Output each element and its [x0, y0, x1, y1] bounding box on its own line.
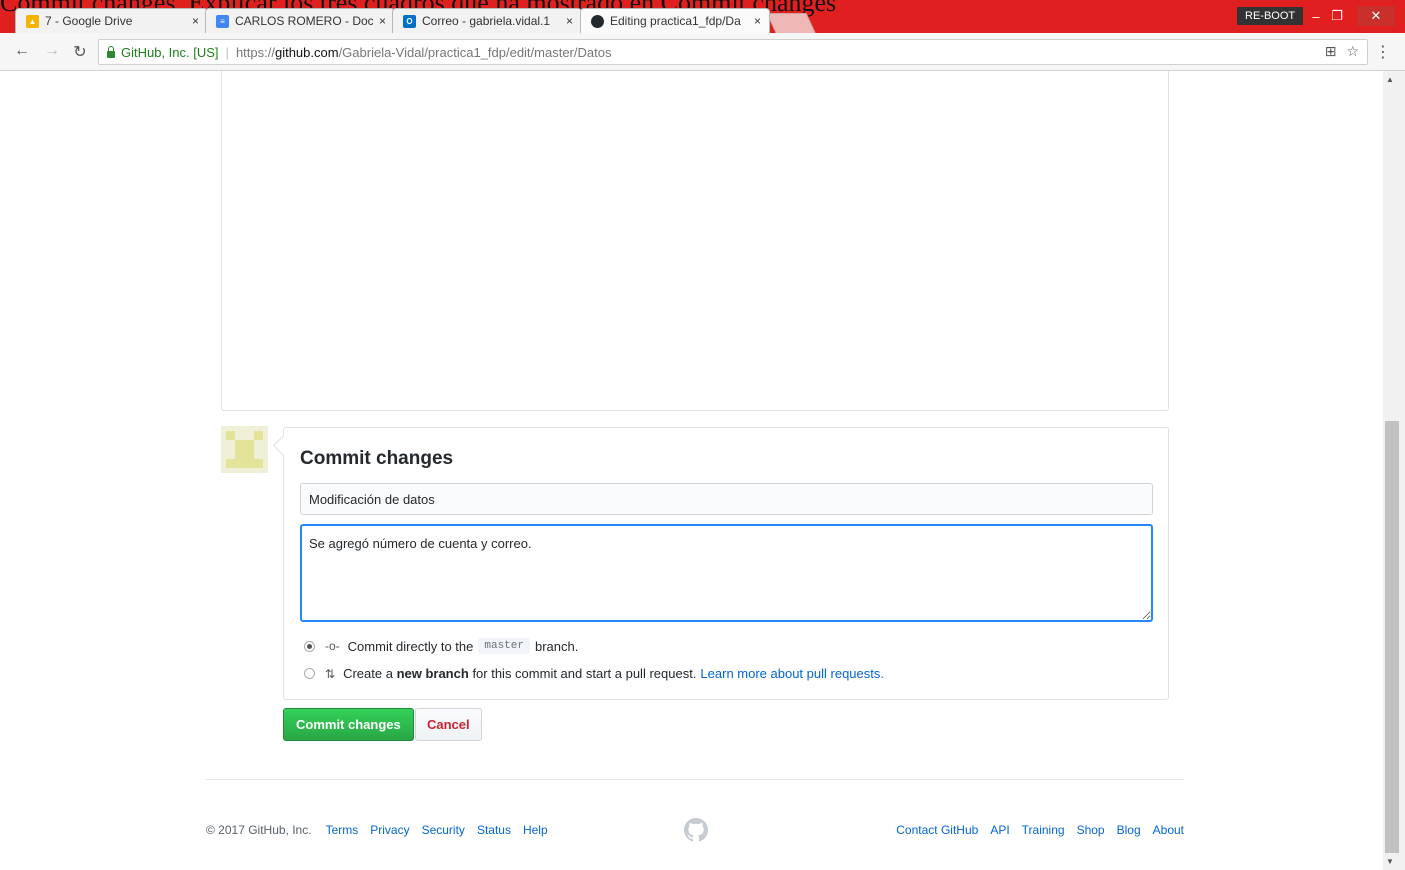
reboot-badge[interactable]: RE-BOOT	[1237, 7, 1304, 25]
site-identity[interactable]: GitHub, Inc. [US]	[121, 45, 219, 60]
github-logo-icon[interactable]	[684, 818, 708, 842]
url-protocol: https://	[235, 44, 275, 60]
branch-name: master	[478, 638, 530, 654]
git-commit-icon: -o-	[325, 639, 340, 653]
close-icon[interactable]: ×	[192, 14, 199, 28]
forward-arrow-icon[interactable]: →	[42, 42, 62, 60]
url-bar[interactable]: GitHub, Inc. [US] | https://github.com/G…	[98, 39, 1368, 65]
cancel-button[interactable]: Cancel	[415, 708, 482, 741]
footer-link-security[interactable]: Security	[422, 823, 465, 837]
google-drive-icon: ▲	[26, 14, 39, 28]
commit-title: Commit changes	[300, 448, 454, 469]
footer-divider	[206, 779, 1184, 780]
close-icon[interactable]: ×	[379, 14, 386, 28]
restore-icon[interactable]: ❐	[1323, 6, 1351, 26]
tab-google-drive[interactable]: ▲ 7 - Google Drive ×	[15, 8, 208, 33]
footer-link-blog[interactable]: Blog	[1117, 823, 1141, 837]
footer-link-help[interactable]: Help	[523, 823, 548, 837]
close-icon[interactable]: ×	[566, 14, 573, 28]
commit-description-input[interactable]: Se agregó número de cuenta y correo.	[300, 524, 1153, 622]
avatar[interactable]	[221, 426, 268, 473]
commit-new-branch-option[interactable]: ⇅ Create a new branch for this commit an…	[304, 666, 884, 681]
learn-more-link[interactable]: Learn more about pull requests.	[700, 666, 884, 681]
scroll-up-icon[interactable]: ▲	[1386, 75, 1394, 84]
browser-titlebar: Commit changes. Explicar los tres cuadro…	[0, 0, 1405, 33]
page-scrollbar[interactable]: ▲ ▼	[1383, 71, 1405, 870]
back-arrow-icon[interactable]: ←	[12, 42, 32, 60]
url-separator: |	[225, 44, 229, 60]
footer-link-contact[interactable]: Contact GitHub	[896, 823, 978, 837]
close-icon[interactable]: ×	[754, 14, 761, 28]
file-editor-area[interactable]	[221, 71, 1169, 411]
radio-commit-direct[interactable]	[304, 640, 315, 652]
google-docs-icon: ≡	[216, 14, 229, 28]
window-close-icon[interactable]: ✕	[1357, 6, 1395, 26]
scrollbar-thumb[interactable]	[1385, 421, 1399, 853]
translate-icon[interactable]: ⊞	[1325, 43, 1337, 60]
url-path: /Gabriela-Vidal/practica1_fdp/edit/maste…	[338, 44, 612, 60]
footer-link-about[interactable]: About	[1153, 823, 1184, 837]
footer-link-privacy[interactable]: Privacy	[370, 823, 409, 837]
lock-icon	[107, 45, 115, 58]
footer-link-status[interactable]: Status	[477, 823, 511, 837]
copyright: © 2017 GitHub, Inc.	[206, 823, 312, 837]
tab-github-editing[interactable]: Editing practica1_fdp/Da ×	[580, 8, 770, 33]
commit-direct-option[interactable]: -o- Commit directly to the master branch…	[304, 638, 578, 654]
github-icon	[591, 14, 604, 28]
chrome-menu-icon[interactable]: ⋮	[1375, 42, 1391, 62]
git-pull-request-icon: ⇅	[325, 666, 336, 681]
commit-summary-input[interactable]	[300, 483, 1153, 515]
radio-new-branch[interactable]	[304, 668, 315, 679]
reload-icon[interactable]: ↻	[70, 42, 90, 62]
bookmark-star-icon[interactable]: ☆	[1346, 43, 1359, 60]
url-host: github.com	[274, 44, 339, 60]
tab-google-docs[interactable]: ≡ CARLOS ROMERO - Doc ×	[205, 8, 395, 33]
footer-link-shop[interactable]: Shop	[1077, 823, 1105, 837]
footer: © 2017 GitHub, Inc. Terms Privacy Securi…	[206, 818, 1184, 842]
footer-link-terms[interactable]: Terms	[326, 823, 359, 837]
page-content: Commit changes Se agregó número de cuent…	[0, 71, 1383, 870]
commit-form: Commit changes Se agregó número de cuent…	[283, 427, 1169, 700]
tab-outlook[interactable]: O Correo - gabriela.vidal.1 ×	[392, 8, 582, 33]
commit-changes-button[interactable]: Commit changes	[283, 708, 414, 741]
outlook-icon: O	[403, 14, 416, 28]
footer-link-training[interactable]: Training	[1022, 823, 1065, 837]
address-toolbar: ← → ↻ GitHub, Inc. [US] | https://github…	[0, 33, 1405, 71]
scroll-down-icon[interactable]: ▼	[1386, 857, 1394, 866]
footer-link-api[interactable]: API	[990, 823, 1009, 837]
